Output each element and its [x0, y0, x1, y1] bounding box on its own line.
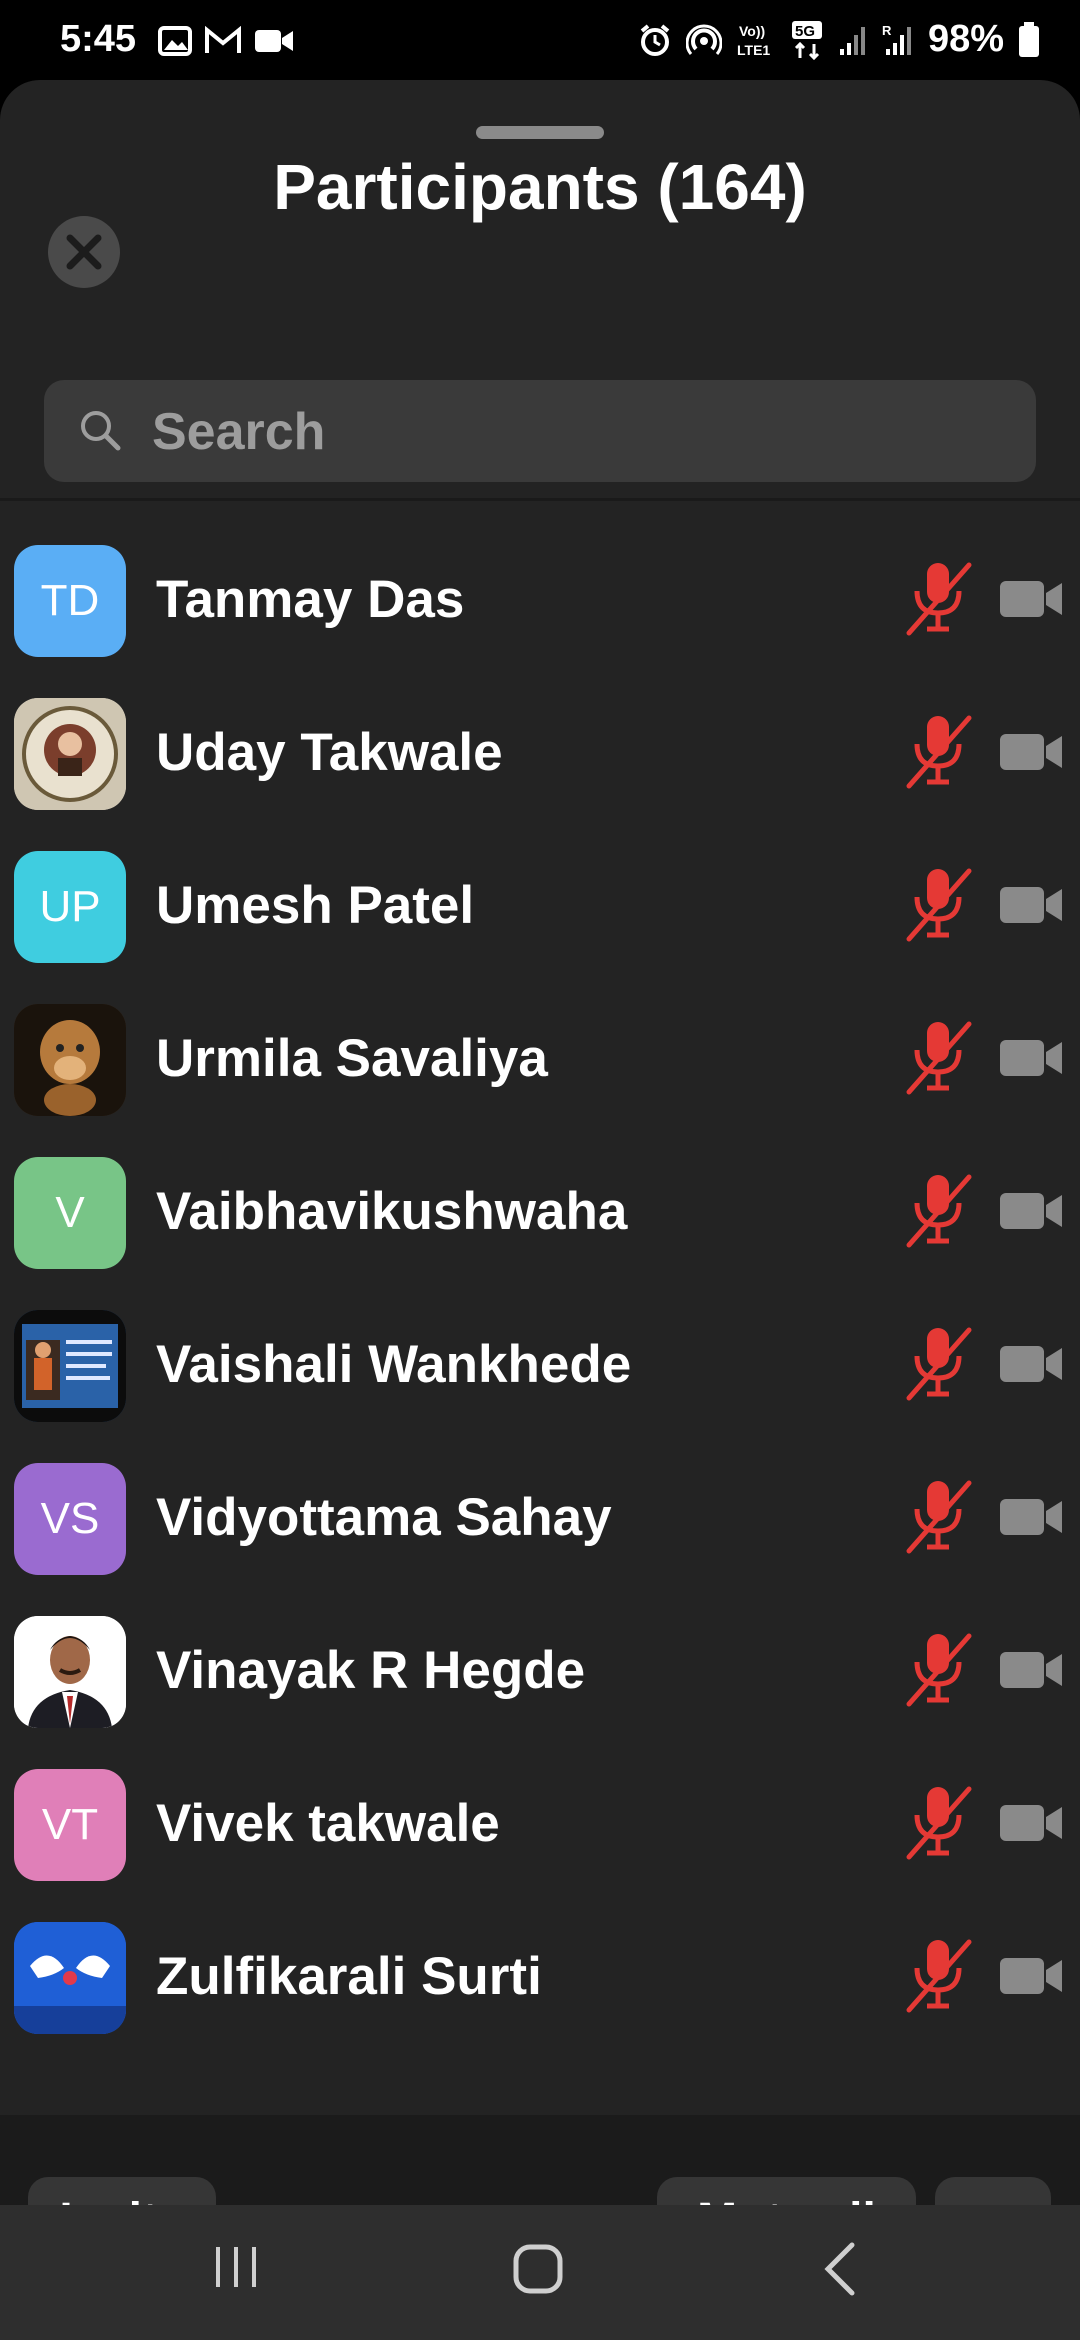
avatar [14, 1616, 126, 1728]
muted-mic-icon [906, 1174, 972, 1248]
participant-name: Vinayak R Hegde [156, 1641, 586, 1700]
participant-row[interactable]: VS Vidyottama Sahay [0, 1441, 1080, 1594]
avatar [14, 1922, 126, 2034]
battery-icon [1019, 21, 1039, 57]
avatar-initials: VS [40, 1494, 100, 1543]
svg-text:R: R [882, 23, 892, 38]
avatar [14, 698, 126, 810]
footer-bar: Invite Mute all ••• [0, 2115, 1080, 2205]
camera-off-icon [1000, 1346, 1062, 1382]
avatar [14, 1310, 126, 1422]
participant-row[interactable]: V Vaibhavikushwaha [0, 1135, 1080, 1288]
recents-icon[interactable] [212, 2243, 260, 2291]
avatar-initials: UP [39, 882, 101, 931]
svg-text:Vo)): Vo)) [739, 23, 765, 39]
muted-mic-icon [906, 1327, 972, 1401]
participant-row[interactable]: VT Vivek takwale [0, 1747, 1080, 1900]
muted-mic-icon [906, 1021, 972, 1095]
status-time: 5:45 [60, 18, 137, 60]
camera-off-icon [1000, 1499, 1062, 1535]
home-icon[interactable] [512, 2243, 564, 2295]
muted-mic-icon [906, 1786, 972, 1860]
participant-row[interactable]: Urmila Savaliya [0, 982, 1080, 1135]
participant-row[interactable]: UP Umesh Patel [0, 829, 1080, 982]
svg-text:LTE1: LTE1 [737, 42, 770, 58]
search-input[interactable]: Search [44, 380, 1036, 482]
participant-name: Zulfikarali Surti [156, 1947, 542, 2006]
participant-row[interactable]: Uday Takwale [0, 676, 1080, 829]
participant-row[interactable]: Zulfikarali Surti [0, 1900, 1080, 2053]
camera-off-icon [1000, 1958, 1062, 1994]
gallery-icon [158, 26, 192, 56]
participant-name: Vaibhavikushwaha [156, 1182, 628, 1241]
camera-off-icon [1000, 734, 1062, 770]
video-icon [255, 30, 293, 52]
system-nav-bar [0, 2205, 1080, 2340]
more-options-button[interactable]: ••• [935, 2177, 1051, 2205]
signal-icon [839, 26, 865, 55]
page-title: Participants (164) [273, 151, 807, 223]
muted-mic-icon [906, 715, 972, 789]
participant-name: Uday Takwale [156, 723, 503, 782]
participant-name: Tanmay Das [156, 570, 465, 629]
gmail-icon [205, 26, 241, 53]
muted-mic-icon [906, 868, 972, 942]
avatar: TD [14, 545, 126, 657]
invite-button[interactable]: Invite [28, 2177, 216, 2205]
camera-off-icon [1000, 581, 1062, 617]
camera-off-icon [1000, 1805, 1062, 1841]
mute-all-button[interactable]: Mute all [657, 2177, 916, 2205]
avatar: UP [14, 851, 126, 963]
5g-icon: 5G [791, 20, 822, 60]
camera-off-icon [1000, 1193, 1062, 1229]
close-button[interactable] [48, 216, 120, 288]
participant-name: Vidyottama Sahay [156, 1488, 612, 1547]
status-bar: 5:45 Vo)) LTE1 5G R 98% [0, 0, 1080, 80]
volte-icon: Vo)) LTE1 [737, 23, 770, 58]
back-icon[interactable] [820, 2241, 860, 2297]
signal-roaming-icon: R [882, 23, 911, 55]
battery-percent: 98% [927, 18, 1004, 60]
hotspot-icon [685, 24, 722, 55]
muted-mic-icon [906, 1939, 972, 2013]
search-placeholder: Search [152, 403, 326, 461]
muted-mic-icon [906, 1480, 972, 1554]
muted-mic-icon [906, 1633, 972, 1707]
muted-mic-icon [906, 562, 972, 636]
avatar-initials: TD [40, 576, 100, 625]
divider [0, 498, 1080, 501]
participant-name: Urmila Savaliya [156, 1029, 548, 1088]
participant-name: Vivek takwale [156, 1794, 500, 1853]
camera-off-icon [1000, 1040, 1062, 1076]
participant-row[interactable]: Vaishali Wankhede [0, 1288, 1080, 1441]
avatar: VS [14, 1463, 126, 1575]
close-icon [66, 234, 102, 270]
participant-row[interactable]: Vinayak R Hegde [0, 1594, 1080, 1747]
avatar [14, 1004, 126, 1116]
participants-sheet: Participants (164) Search TD Tanmay Das Ud… [0, 80, 1080, 2205]
avatar: VT [14, 1769, 126, 1881]
alarm-icon [640, 23, 670, 56]
search-icon [81, 411, 121, 451]
participant-name: Vaishali Wankhede [156, 1335, 632, 1394]
participant-row[interactable]: TD Tanmay Das [0, 523, 1080, 676]
participants-list: TD Tanmay Das Uday Takwale UP Umesh Patel Urm… [0, 523, 1080, 2053]
avatar-initials: V [55, 1188, 85, 1237]
avatar-initials: VT [41, 1800, 99, 1849]
svg-text:5G: 5G [795, 23, 815, 40]
avatar: V [14, 1157, 126, 1269]
drag-handle[interactable] [476, 126, 604, 139]
camera-off-icon [1000, 887, 1062, 923]
camera-off-icon [1000, 1652, 1062, 1688]
participant-name: Umesh Patel [156, 876, 475, 935]
